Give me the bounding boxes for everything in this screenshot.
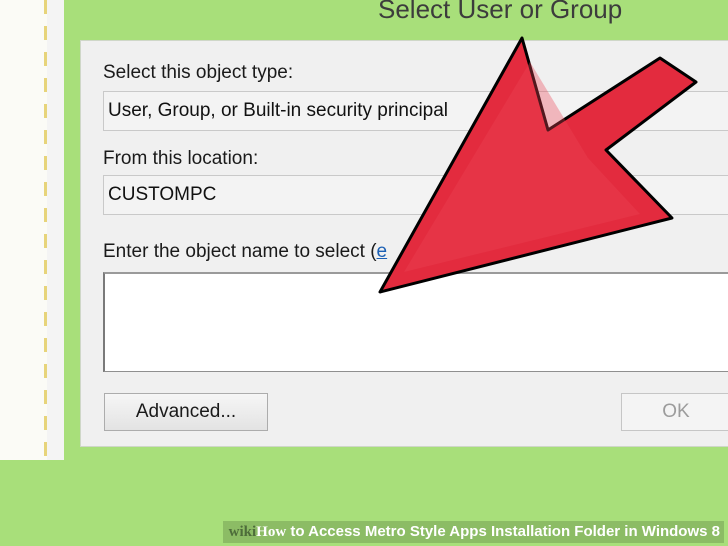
caption-text: to Access Metro Style Apps Installation … [286,523,720,540]
wikihow-caption: wikiHow to Access Metro Style Apps Insta… [222,521,724,543]
wikihow-logo-how: How [256,524,287,540]
wikihow-logo-wiki: wiki [228,524,257,540]
